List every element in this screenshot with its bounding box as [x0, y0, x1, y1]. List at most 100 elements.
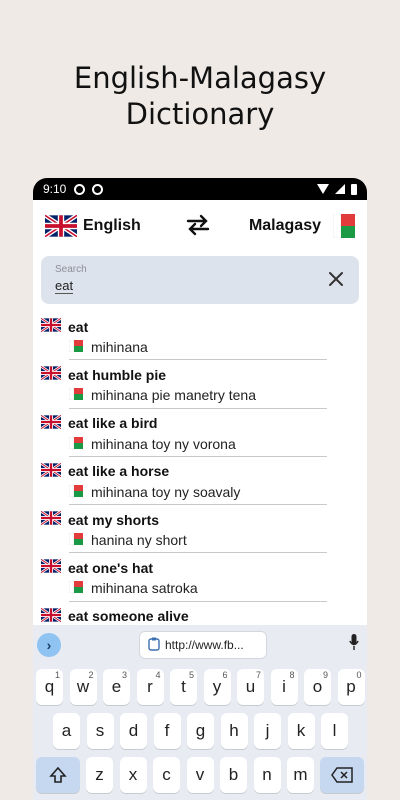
promo-title: English-Malagasy Dictionary: [0, 60, 400, 132]
key-q[interactable]: q1: [36, 669, 63, 705]
key-hint: 8: [289, 670, 295, 680]
key-label: p: [346, 677, 356, 696]
uk-flag-icon: [40, 558, 62, 576]
key-d[interactable]: d: [120, 713, 147, 749]
backspace-key[interactable]: [319, 757, 364, 793]
target-language-button[interactable]: Malagasy: [249, 214, 355, 238]
key-b[interactable]: b: [220, 757, 247, 793]
key-l[interactable]: l: [321, 713, 348, 749]
keyboard-row-3: zxcvbnm: [36, 757, 367, 793]
key-label: q: [44, 677, 55, 696]
result-term-text: eat like a horse: [68, 463, 170, 480]
key-c[interactable]: c: [153, 757, 180, 793]
key-label: o: [312, 677, 323, 696]
keyboard-row-1: q1w2e3r4t5y6u7i8o9p0: [36, 669, 367, 705]
key-j[interactable]: j: [254, 713, 281, 749]
madagascar-flag-icon: [68, 532, 83, 548]
result-item[interactable]: eat like a horse mihinana toy ny soavaly: [33, 457, 367, 506]
key-u[interactable]: u7: [237, 669, 264, 705]
uk-flag-icon: [45, 215, 77, 237]
clipboard-suggestion[interactable]: http://www.fb...: [139, 631, 267, 659]
key-e[interactable]: e3: [103, 669, 130, 705]
result-translation: mihinana toy ny soavaly: [68, 484, 240, 500]
notification-icon: [92, 183, 104, 195]
key-s[interactable]: s: [86, 713, 114, 749]
key-w[interactable]: w2: [69, 669, 97, 705]
key-z[interactable]: z: [86, 757, 113, 793]
result-term: eat like a horse: [40, 462, 170, 480]
key-k[interactable]: k: [287, 713, 315, 749]
madagascar-flag-icon: [68, 387, 83, 403]
key-t[interactable]: t5: [170, 669, 197, 705]
target-language-label: Malagasy: [248, 217, 321, 234]
results-list: eat mihinana eat humble pie mihinana pie ma…: [33, 312, 367, 650]
key-n[interactable]: n: [253, 757, 281, 793]
shift-key[interactable]: [36, 757, 80, 793]
key-m[interactable]: m: [287, 757, 314, 793]
key-label: y: [212, 677, 222, 696]
key-p[interactable]: p0: [337, 669, 365, 705]
uk-flag-icon: [40, 317, 62, 335]
key-v[interactable]: v: [186, 757, 214, 793]
uk-flag-icon: [40, 365, 62, 383]
result-translation-text: mihinana pie manetry tena: [91, 387, 256, 404]
keyboard-row-3-letters: zxcvbnm: [86, 757, 321, 793]
key-label: r: [147, 677, 153, 696]
microphone-icon[interactable]: [349, 634, 359, 650]
uk-flag-icon: [40, 413, 62, 432]
result-translation-text: mihinana: [91, 339, 148, 355]
key-label: t: [181, 677, 186, 696]
key-o[interactable]: o9: [304, 669, 331, 705]
key-hint: 4: [155, 670, 161, 680]
search-input[interactable]: eat: [55, 278, 74, 294]
result-term-text: eat humble pie: [68, 366, 167, 383]
search-label: Search: [55, 264, 87, 275]
key-f[interactable]: f: [153, 713, 181, 749]
key-a[interactable]: a: [53, 713, 80, 749]
signal-icon: [335, 184, 345, 194]
result-term-text: eat like a bird: [68, 415, 158, 432]
result-translation-text: mihinana satroka: [91, 580, 198, 597]
result-term: eat my shorts: [40, 510, 159, 528]
search-box[interactable]: Search eat: [41, 256, 359, 304]
shield-icon: [74, 183, 86, 195]
result-item[interactable]: eat mihinana: [33, 312, 367, 361]
key-h[interactable]: h: [220, 713, 248, 749]
key-g[interactable]: g: [187, 713, 214, 749]
key-x[interactable]: x: [119, 757, 147, 793]
promo-title-line2: Dictionary: [125, 97, 275, 131]
soft-keyboard: › http://www.fb... q1w2e3r4t5y6u7i8o9p0 …: [33, 625, 367, 800]
result-translation: hanina ny short: [68, 532, 187, 548]
wifi-icon: [317, 184, 329, 194]
key-hint: 2: [88, 670, 94, 680]
status-time: 9:10: [43, 182, 67, 196]
result-item[interactable]: eat one's hat mihinana satroka: [33, 553, 367, 602]
key-label: w: [76, 677, 90, 696]
status-bar: 9:10: [33, 178, 367, 200]
uk-flag-icon: [40, 607, 62, 625]
result-item[interactable]: eat humble pie mihinana pie manetry tena: [33, 360, 367, 409]
result-term-text: eat someone alive: [68, 608, 189, 625]
key-hint: 3: [121, 670, 127, 680]
result-item[interactable]: eat like a bird mihinana toy ny vorona: [33, 409, 367, 457]
key-r[interactable]: r4: [136, 669, 164, 705]
clipboard-icon: [148, 637, 160, 654]
key-y[interactable]: y6: [203, 669, 231, 705]
result-item[interactable]: eat my shorts hanina ny short: [33, 505, 367, 554]
clipboard-url: http://www.fb...: [165, 638, 244, 652]
source-language-button[interactable]: English: [45, 215, 141, 237]
swap-languages-icon[interactable]: [185, 214, 211, 241]
uk-flag-icon: [40, 510, 62, 528]
madagascar-flag-icon: [68, 339, 83, 355]
phone-screen: 9:10 English Malagasy Search eat eat mih…: [33, 178, 367, 800]
uk-flag-icon: [40, 462, 62, 480]
chevron-right-icon[interactable]: ›: [37, 633, 61, 657]
result-term-text: eat: [68, 318, 89, 335]
key-i[interactable]: i8: [270, 669, 298, 705]
clear-search-icon[interactable]: [325, 268, 347, 290]
key-hint: 0: [356, 670, 362, 680]
result-term: eat like a bird: [40, 413, 158, 432]
result-translation: mihinana: [68, 339, 148, 355]
result-term: eat humble pie: [40, 365, 167, 383]
result-term-text: eat one's hat: [68, 559, 154, 576]
